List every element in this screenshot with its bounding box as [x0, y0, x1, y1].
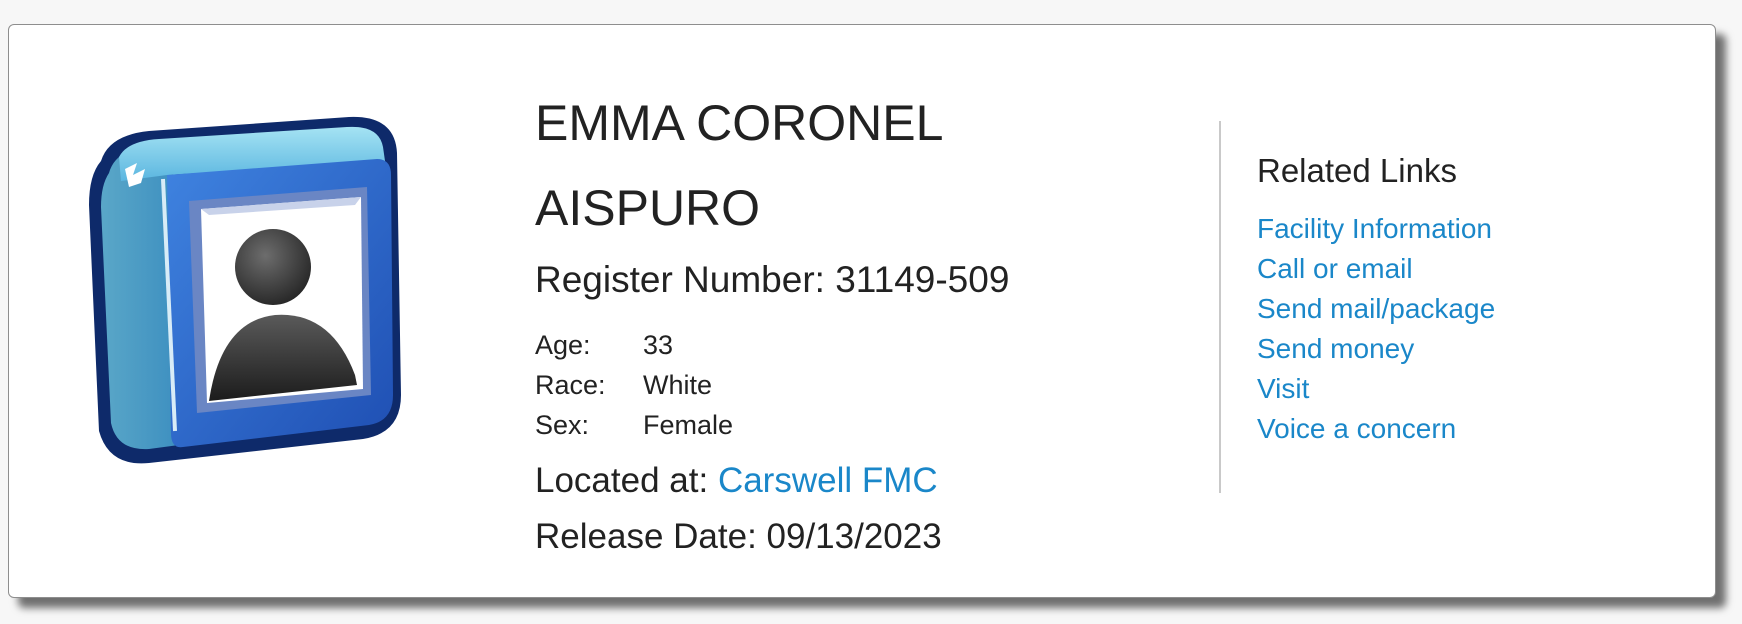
link-facility-information[interactable]: Facility Information	[1257, 209, 1657, 249]
register-number-value: 31149-509	[835, 259, 1010, 300]
inmate-name: EMMA CORONEL AISPURO	[535, 81, 1175, 251]
sex-label: Sex:	[535, 410, 590, 440]
release-date: Release Date: 09/13/2023	[535, 511, 1175, 563]
location: Located at: Carswell FMC	[535, 455, 1175, 507]
demographics: Age: 33 Race: White Sex: Female	[535, 325, 1175, 445]
located-label: Located at:	[535, 461, 709, 500]
related-links-title: Related Links	[1257, 152, 1457, 189]
release-date-value: 09/13/2023	[766, 517, 942, 556]
link-send-mail-package[interactable]: Send mail/package	[1257, 289, 1657, 329]
link-voice-a-concern[interactable]: Voice a concern	[1257, 409, 1657, 449]
link-send-money[interactable]: Send money	[1257, 329, 1657, 369]
inmate-name-line1: EMMA CORONEL	[535, 95, 944, 151]
age-row: Age: 33	[535, 325, 1175, 365]
age-label: Age:	[535, 330, 591, 360]
related-links-panel: Related Links Facility Information Call …	[1257, 151, 1657, 449]
sex-row: Sex: Female	[535, 405, 1175, 445]
inmate-name-line2: AISPURO	[535, 180, 761, 236]
register-number: Register Number: 31149-509	[535, 257, 1175, 303]
race-label: Race:	[535, 370, 606, 400]
link-call-or-email[interactable]: Call or email	[1257, 249, 1657, 289]
facility-link[interactable]: Carswell FMC	[718, 461, 938, 500]
inmate-card: EMMA CORONEL AISPURO Register Number: 31…	[8, 24, 1716, 598]
related-links-list: Facility Information Call or email Send …	[1257, 209, 1657, 449]
race-row: Race: White	[535, 365, 1175, 405]
inmate-details: EMMA CORONEL AISPURO Register Number: 31…	[535, 81, 1175, 563]
age-value: 33	[643, 330, 674, 360]
sex-value: Female	[643, 410, 734, 440]
race-value: White	[643, 370, 713, 400]
vertical-divider	[1219, 121, 1221, 493]
register-number-label: Register Number:	[535, 259, 825, 300]
link-visit[interactable]: Visit	[1257, 369, 1657, 409]
release-date-label: Release Date:	[535, 517, 757, 556]
person-photo-placeholder-icon	[79, 95, 439, 485]
